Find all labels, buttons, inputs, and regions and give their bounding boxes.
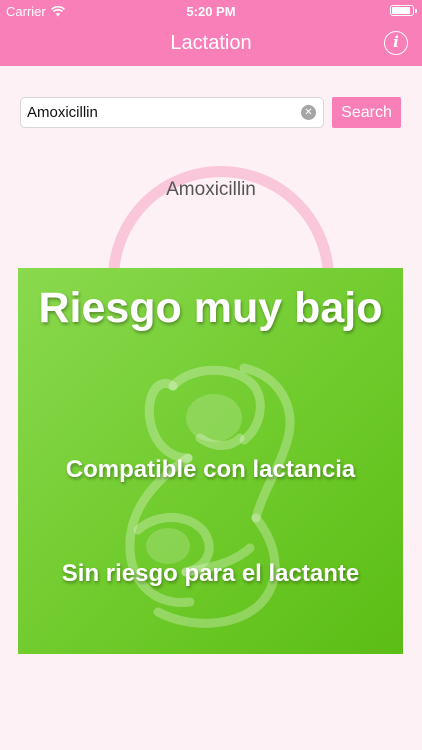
battery-icon: [390, 5, 417, 16]
status-time: 5:20 PM: [186, 4, 236, 19]
risk-level-text: Riesgo muy bajo: [38, 284, 383, 332]
search-button[interactable]: Search: [332, 97, 401, 128]
clear-icon[interactable]: ✕: [301, 105, 316, 120]
status-bar: Carrier 5:20 PM: [0, 0, 422, 22]
page-title: Lactation: [170, 32, 252, 54]
search-input[interactable]: [27, 98, 297, 127]
risk-result-card: Riesgo muy bajo Compatible con lactancia…: [18, 268, 403, 654]
navigation-bar: Lactation i: [0, 22, 422, 66]
search-field[interactable]: ✕: [20, 97, 324, 128]
info-icon[interactable]: i: [384, 31, 408, 55]
infant-risk-text: Sin riesgo para el lactante: [61, 560, 360, 587]
lactation-compatibility-text: Compatible con lactancia: [65, 456, 356, 483]
battery-fill: [392, 7, 410, 14]
drug-name-label: Amoxicillin: [166, 179, 256, 200]
